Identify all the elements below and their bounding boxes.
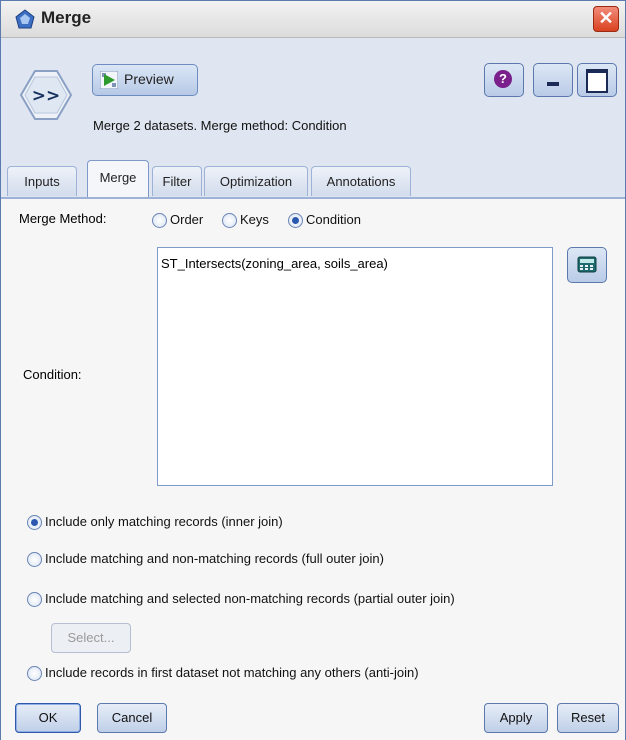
merge-dialog: Merge ✕ >> Preview ? Merge 2 datasets. M… (0, 0, 626, 740)
expression-builder-button[interactable] (567, 247, 607, 283)
tab-merge[interactable]: Merge (87, 160, 149, 197)
tab-optimization[interactable]: Optimization (204, 166, 308, 196)
merge-node-icon: >> (19, 70, 73, 120)
help-button[interactable]: ? (484, 63, 524, 97)
select-button[interactable]: Select... (51, 623, 131, 653)
help-icon: ? (494, 70, 512, 88)
close-button[interactable]: ✕ (593, 6, 619, 32)
apply-button[interactable]: Apply (484, 703, 548, 733)
preview-button[interactable]: Preview (92, 64, 198, 96)
join-anti-label: Include records in first dataset not mat… (45, 665, 419, 680)
tab-filter[interactable]: Filter (152, 166, 202, 196)
join-partial-outer-radio[interactable] (27, 592, 42, 607)
maximize-icon (586, 69, 608, 93)
maximize-button[interactable] (577, 63, 617, 97)
merge-method-order-radio[interactable] (152, 213, 167, 228)
join-full-outer-label: Include matching and non-matching record… (45, 551, 384, 566)
reset-button[interactable]: Reset (557, 703, 619, 733)
svg-text:>>: >> (32, 86, 61, 106)
join-full-outer-radio[interactable] (27, 552, 42, 567)
join-inner-radio[interactable] (27, 515, 42, 530)
tab-inputs[interactable]: Inputs (7, 166, 77, 196)
merge-method-label: Merge Method: (19, 211, 107, 226)
preview-label: Preview (124, 71, 174, 87)
join-anti-radio[interactable] (27, 666, 42, 681)
merge-method-condition-radio[interactable] (288, 213, 303, 228)
merge-method-order-label: Order (170, 212, 204, 227)
play-icon (100, 71, 118, 89)
condition-textarea[interactable]: ST_Intersects(zoning_area, soils_area) (157, 247, 553, 486)
calculator-icon (577, 256, 597, 273)
merge-method-keys-radio[interactable] (222, 213, 237, 228)
join-inner-label: Include only matching records (inner joi… (45, 514, 283, 529)
condition-value: ST_Intersects(zoning_area, soils_area) (161, 256, 388, 271)
window-title: Merge (41, 8, 92, 27)
title-bar[interactable]: Merge ✕ (1, 1, 625, 38)
merge-node-icon (15, 9, 35, 29)
merge-method-keys-label: Keys (240, 212, 269, 227)
condition-label: Condition: (23, 367, 82, 382)
tab-annotations[interactable]: Annotations (311, 166, 411, 196)
tab-bar: Inputs Merge Filter Optimization Annotat… (1, 149, 625, 199)
minimize-icon (547, 82, 559, 86)
join-partial-outer-label: Include matching and selected non-matchi… (45, 591, 455, 606)
cancel-button[interactable]: Cancel (97, 703, 167, 733)
ok-button[interactable]: OK (15, 703, 81, 733)
node-description: Merge 2 datasets. Merge method: Conditio… (93, 118, 347, 133)
minimize-button[interactable] (533, 63, 573, 97)
merge-method-condition-label: Condition (306, 212, 361, 227)
close-icon: ✕ (598, 8, 614, 28)
